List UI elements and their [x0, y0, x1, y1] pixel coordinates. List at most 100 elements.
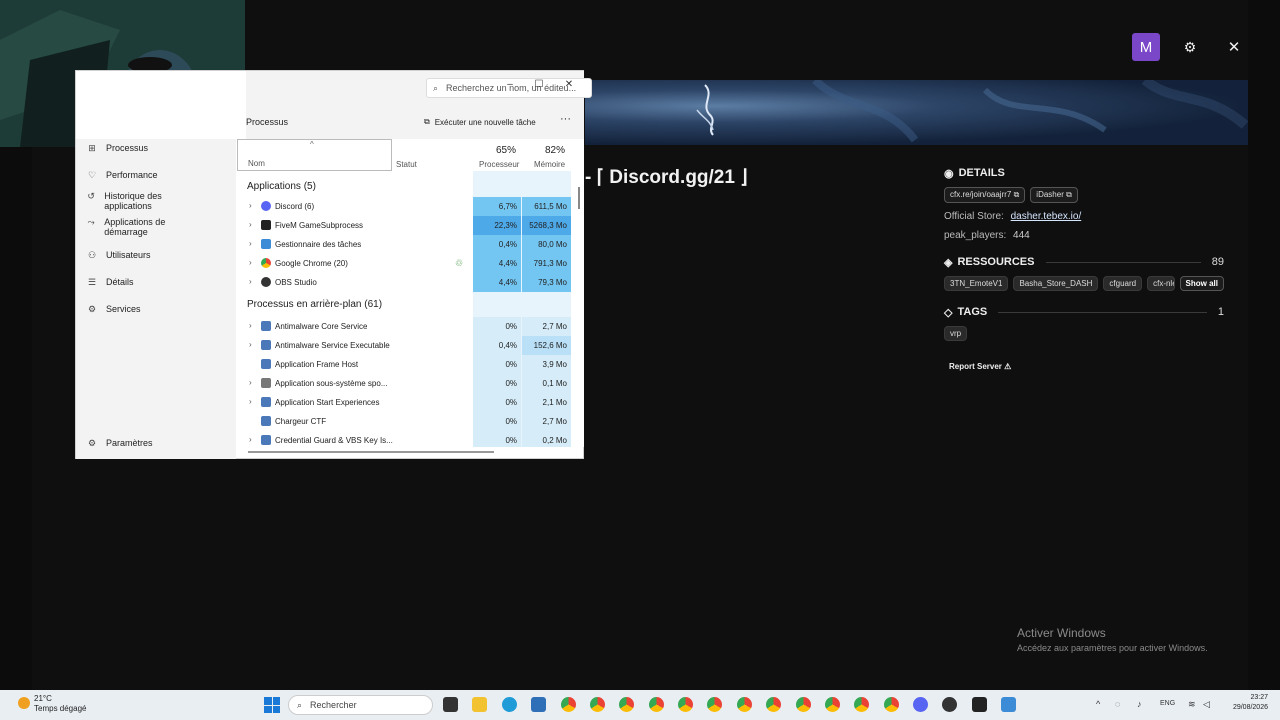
more-options-button[interactable]: ··· — [560, 113, 571, 125]
process-cpu: 0,4% — [473, 336, 521, 355]
resource-chip[interactable]: cfguard — [1103, 276, 1143, 291]
owner-link-chip[interactable]: iDasher ⧉ — [1030, 187, 1078, 203]
resources-count: 89 — [1211, 256, 1224, 268]
maximize-button[interactable]: ☐ — [529, 75, 549, 93]
chrome-icon[interactable] — [678, 697, 693, 712]
table-row[interactable]: Chargeur CTF 0% 2,7 Mo — [237, 412, 584, 431]
group-header-apps[interactable]: Applications (5) — [247, 181, 316, 192]
table-row[interactable]: › Discord (6) 6,7% 611,5 Mo — [237, 197, 584, 216]
chevron-right-icon[interactable]: › — [249, 321, 252, 330]
settings-icon: ⚙ — [87, 438, 97, 448]
run-new-task-button[interactable]: ⧉ Exécuter une nouvelle tâche — [424, 117, 536, 127]
chrome-icon[interactable] — [854, 697, 869, 712]
chrome-icon[interactable] — [884, 697, 899, 712]
taskbar-search[interactable]: ⌕ Rechercher — [288, 695, 433, 715]
resource-chip[interactable]: Basha_Store_DASH — [1013, 276, 1099, 291]
chrome-icon[interactable] — [561, 697, 576, 712]
table-row[interactable]: › Google Chrome (20) ♲ 4,4% 791,3 Mo — [237, 254, 584, 273]
chevron-right-icon[interactable]: › — [249, 201, 252, 210]
nav-label: Historique des applications — [104, 191, 162, 211]
report-server-button[interactable]: Report Server ⚠ — [949, 362, 1011, 371]
chevron-right-icon[interactable]: › — [249, 220, 252, 229]
table-row[interactable]: › Application sous-système spo... 0% 0,1… — [237, 374, 584, 393]
chrome-icon[interactable] — [825, 697, 840, 712]
memory-column-header[interactable]: Mémoire — [534, 160, 565, 169]
chevron-right-icon[interactable]: › — [249, 277, 252, 286]
chevron-right-icon[interactable]: › — [249, 378, 252, 387]
obs-icon[interactable] — [942, 697, 957, 712]
table-row[interactable]: › Antimalware Service Executable 0,4% 15… — [237, 336, 584, 355]
process-icon — [261, 397, 271, 407]
table-row[interactable]: › Application Start Experiences 0% 2,1 M… — [237, 393, 584, 412]
sort-arrow-icon: ^ — [310, 140, 314, 149]
nav-services[interactable]: ⚙ Services — [86, 304, 141, 315]
resources-heading: ◈ RESSOURCES 89 — [944, 255, 1224, 269]
table-row[interactable]: › Antimalware Core Service 0% 2,7 Mo — [237, 317, 584, 336]
nav-historique[interactable]: ↺ Historique des applications — [86, 191, 196, 211]
nom-label: Nom — [248, 159, 265, 168]
chrome-icon[interactable] — [649, 697, 664, 712]
join-link-chip[interactable]: cfx.re/join/oaajrr7 ⧉ — [944, 187, 1026, 203]
vertical-scrollbar[interactable] — [578, 187, 580, 209]
chrome-icon[interactable] — [590, 697, 605, 712]
process-icon — [261, 340, 271, 350]
language-indicator[interactable]: ENG — [1160, 700, 1175, 707]
chevron-right-icon[interactable]: › — [249, 397, 252, 406]
resource-chip[interactable]: cfx-nle — [1147, 276, 1175, 291]
microphone-icon[interactable]: ♪ — [1137, 699, 1142, 709]
chevron-right-icon[interactable]: › — [249, 340, 252, 349]
chrome-icon — [261, 258, 271, 268]
edge-icon[interactable] — [502, 697, 517, 712]
nav-performance[interactable]: ♡ Performance — [86, 170, 158, 181]
discord-icon[interactable] — [913, 697, 928, 712]
chevron-right-icon[interactable]: › — [249, 258, 252, 267]
table-row[interactable]: › FiveM GameSubprocess 22,3% 5268,3 Mo — [237, 216, 584, 235]
process-name: Chargeur CTF — [275, 417, 327, 426]
file-explorer-icon[interactable] — [472, 697, 487, 712]
name-column-header[interactable]: ^ Nom — [237, 139, 392, 171]
weather-widget[interactable]: 21°C Temps dégagé — [18, 694, 86, 714]
volume-icon[interactable]: ◁ — [1203, 699, 1210, 710]
table-row[interactable]: Application Frame Host 0% 3,9 Mo — [237, 355, 584, 374]
nav-demarrage[interactable]: ⤳ Applications de démarrage — [86, 217, 196, 237]
chevron-right-icon[interactable]: › — [249, 435, 252, 444]
chrome-icon[interactable] — [796, 697, 811, 712]
table-row[interactable]: › Gestionnaire des tâches 0,4% 80,0 Mo — [237, 235, 584, 254]
network-icon[interactable]: ◌ — [1115, 699, 1120, 709]
chevron-up-icon[interactable]: ^ — [1096, 699, 1100, 709]
tag-chip[interactable]: vrp — [944, 326, 968, 341]
chrome-icon[interactable] — [619, 697, 634, 712]
chrome-icon[interactable] — [737, 697, 752, 712]
minimize-button[interactable]: – — [500, 75, 520, 93]
details-links: cfx.re/join/oaajrr7 ⧉ iDasher ⧉ — [944, 187, 1224, 203]
nav-utilisateurs[interactable]: ⚇ Utilisateurs — [86, 250, 151, 261]
fivem-icon[interactable] — [972, 697, 987, 712]
task-view-icon[interactable] — [443, 697, 458, 712]
official-store-link[interactable]: dasher.tebex.io/ — [1011, 211, 1082, 222]
nav-processus[interactable]: ⊞ Processus — [86, 143, 148, 154]
gear-icon[interactable]: ⚙ — [1176, 33, 1204, 61]
table-row[interactable]: › OBS Studio 4,4% 79,3 Mo — [237, 273, 584, 292]
chevron-right-icon[interactable]: › — [249, 239, 252, 248]
chrome-icon[interactable] — [707, 697, 722, 712]
nav-label: Paramètres — [106, 438, 153, 448]
process-cpu: 0% — [473, 355, 521, 374]
close-icon[interactable]: ✕ — [1220, 33, 1248, 61]
horizontal-scrollbar[interactable] — [248, 451, 494, 453]
cpu-column-header[interactable]: Processeur — [479, 160, 519, 169]
nav-parametres[interactable]: ⚙ Paramètres — [86, 438, 153, 449]
nav-details[interactable]: ☰ Détails — [86, 277, 134, 288]
chrome-icon[interactable] — [766, 697, 781, 712]
status-column-header[interactable]: Statut — [396, 160, 417, 169]
wifi-icon[interactable]: ≋ — [1188, 699, 1196, 710]
store-icon[interactable] — [531, 697, 546, 712]
close-button[interactable]: ✕ — [559, 75, 579, 93]
group-header-background[interactable]: Processus en arrière-plan (61) — [247, 299, 382, 310]
table-row[interactable]: › Credential Guard & VBS Key Is... 0% 0,… — [237, 431, 584, 447]
user-avatar[interactable]: M — [1132, 33, 1160, 61]
task-manager-icon[interactable] — [1001, 697, 1016, 712]
clock[interactable]: 23:27 29/08/2026 — [1220, 693, 1268, 713]
show-all-button[interactable]: Show all — [1179, 276, 1224, 291]
windows-start-icon[interactable] — [264, 697, 280, 713]
resource-chip[interactable]: 3TN_EmoteV1 — [944, 276, 1009, 291]
